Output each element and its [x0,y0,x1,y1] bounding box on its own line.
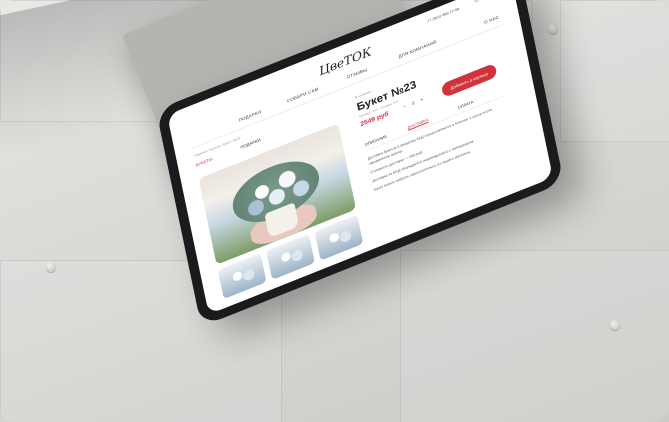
nav-item-reviews[interactable]: ОТЗЫВЫ [346,67,367,79]
qty-minus-button[interactable]: − [403,104,407,110]
floor-bolt [46,262,56,272]
qty-plus-button[interactable]: + [420,97,424,103]
gifts-filter[interactable]: ПОДАРКИ [240,138,261,150]
nav-item-about[interactable]: О НАС [484,15,500,25]
floor-bolt [610,320,620,330]
floor-bolt [548,24,558,34]
catalog-filter[interactable]: БУКЕТЫ [195,157,213,168]
scene: +7 (921) 995-77-99 ☺ 🛒 ЦвеТОК ПОДАРКИ СО… [0,0,669,422]
quantity-stepper: − 1 + [403,97,424,110]
tab-description[interactable]: ОПИСАНИЕ [364,134,387,147]
floor-tile [400,250,669,422]
phone-number[interactable]: +7 (921) 995-77-99 [427,6,460,23]
user-icon[interactable]: ☺ [473,0,480,5]
nav-item-build[interactable]: СОБЕРИ САМ [287,87,319,104]
floor-tile [560,0,669,142]
nav-item-business[interactable]: ДЛЯ КОМПАНИЙ [398,40,437,59]
qty-value[interactable]: 1 [411,101,415,107]
